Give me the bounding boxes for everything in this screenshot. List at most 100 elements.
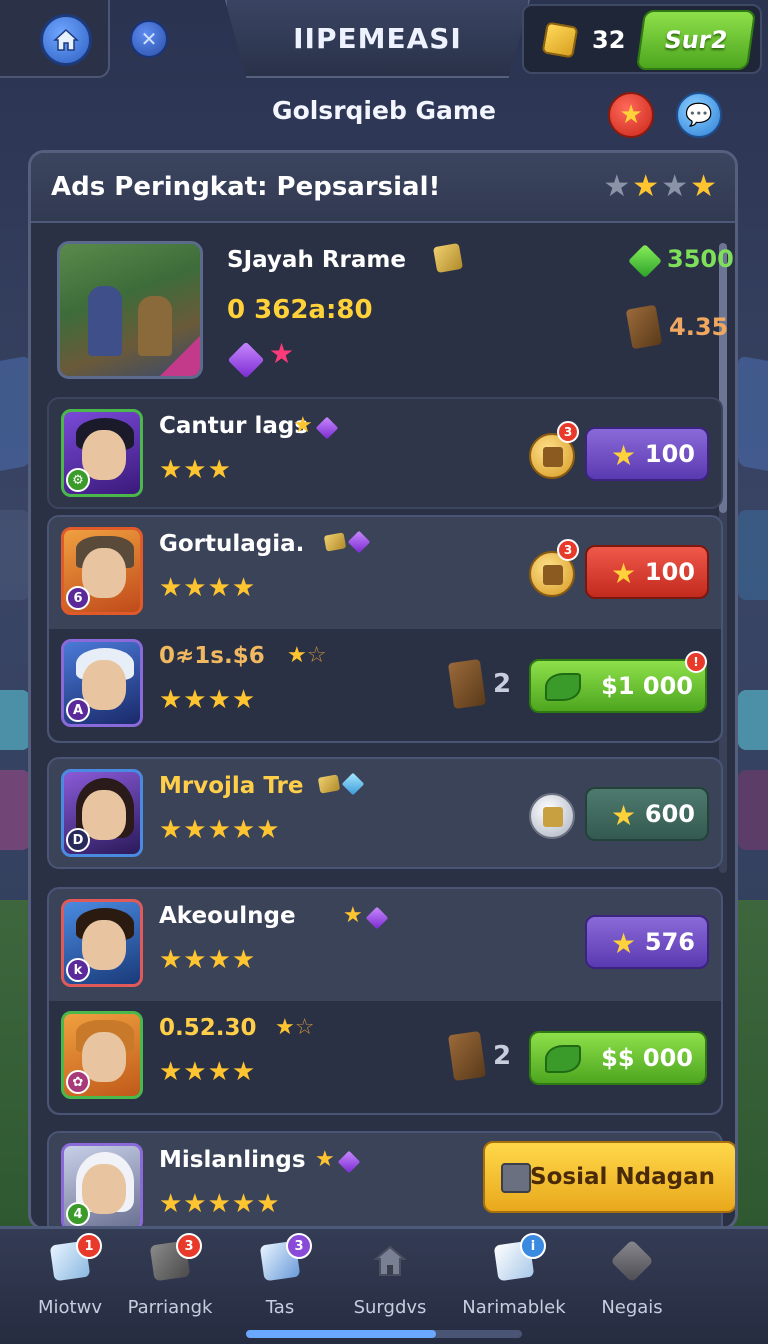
home-icon (53, 28, 79, 51)
purple-gem-icon (347, 530, 371, 553)
nav-label: Surgdvs (353, 1297, 427, 1318)
star-icon: ★ (611, 439, 637, 472)
entry-stars: ★★★★★ (159, 1189, 281, 1219)
gold-cube-icon (541, 21, 579, 59)
panel-rating: ★★★★ (603, 169, 719, 204)
top-bar: ✕ IIPEMEASI 32 Sur2 (0, 0, 768, 80)
star-icon: ★ (287, 643, 307, 668)
avatar: k (61, 899, 143, 987)
entry-name: Mislanlings (159, 1147, 306, 1173)
scroll-button[interactable] (529, 793, 575, 839)
background-tile (738, 510, 768, 600)
gold-bar-icon (317, 773, 341, 794)
gold-bar-icon (323, 531, 347, 552)
buy-button[interactable]: ★ 100 (585, 427, 709, 481)
social-button[interactable]: 💬 (676, 92, 722, 138)
nav-item-parriangk[interactable]: 3 Parriangk (110, 1233, 230, 1329)
background-tile (0, 770, 30, 850)
list-item[interactable]: A 0≉1s.$6 ★☆ ★★★★ 2 $1 000 ! (49, 629, 721, 741)
rune-count: 2 (493, 669, 512, 699)
nav-badge: 1 (76, 1233, 102, 1259)
background-tile (738, 355, 768, 475)
cta-label: Sosial Ndagan (530, 1164, 715, 1190)
featured-score: 0 362a:80 (227, 295, 373, 325)
star-outline-icon: ☆ (306, 643, 327, 668)
level-badge: A (66, 698, 90, 722)
gold-bar-icon (432, 242, 464, 274)
buy-button[interactable]: $$ 000 (529, 1031, 707, 1085)
entry-stars: ★★★ (159, 455, 232, 485)
purple-gem-icon (315, 416, 339, 439)
price-label: 100 (644, 558, 695, 586)
notification-badge: 3 (557, 539, 579, 561)
name-icons: ★☆ (287, 643, 326, 668)
star-icon: ★ (315, 1147, 335, 1172)
list-item[interactable]: D Mrvojla Tre ★★★★★ ★ 600 (47, 757, 723, 869)
chat-icon: 💬 (685, 102, 713, 128)
star-icon: ★ (275, 1015, 295, 1040)
featured-name: SJayah Rrame (227, 247, 406, 273)
avatar: 4 (61, 1143, 143, 1227)
name-icons: ★ (315, 1147, 361, 1173)
nav-badge: 3 (176, 1233, 202, 1259)
nav-item-narimablek[interactable]: i Narimablek (454, 1233, 574, 1329)
list-group: k Akeoulnge ★ ★★★★ ★ 576 ✿ 0.52.30 ★☆ ★★★… (47, 887, 723, 1115)
price-label: $$ 000 (601, 1044, 693, 1072)
avatar-face (82, 790, 126, 840)
house-icon (372, 1243, 408, 1279)
level-badge: D (66, 828, 90, 852)
avatar-face (82, 1032, 126, 1082)
featured-entry[interactable]: SJayah Rrame 0 362a:80 ★ 3500 4.35 (49, 237, 734, 387)
flower-badge-icon: ✿ (66, 1070, 90, 1094)
rating-star-icon: ★ (690, 169, 719, 204)
entry-name: 0≉1s.$6 (159, 643, 265, 669)
panel-title: Ads Peringkat: Pepsarsial! (51, 172, 441, 202)
entry-name: Mrvojla Tre (159, 773, 304, 799)
panel-header: Ads Peringkat: Pepsarsial! ★★★★ (31, 153, 735, 223)
nav-label: Tas (265, 1297, 295, 1318)
nav-item-negais[interactable]: Negais (572, 1239, 692, 1329)
name-icons: ★☆ (275, 1015, 314, 1040)
rating-star-icon: ★ (632, 169, 662, 204)
social-cta-button[interactable]: Sosial Ndagan (483, 1141, 735, 1213)
nav-item-tas[interactable]: 3 Tas (220, 1233, 340, 1329)
list-item[interactable]: ✿ 0.52.30 ★☆ ★★★★ 2 $$ 000 (49, 1001, 721, 1113)
avatar: A (61, 639, 143, 727)
home-button[interactable] (40, 14, 92, 66)
close-icon: ✕ (140, 27, 158, 51)
rune-card-icon (447, 1030, 487, 1082)
nav-badge: 3 (286, 1233, 312, 1259)
scroll-icon (543, 807, 563, 827)
price-label: 600 (644, 800, 695, 828)
name-icons (311, 772, 365, 795)
sure-button[interactable]: Sur2 (635, 10, 757, 70)
purple-gem-icon (365, 906, 389, 929)
star-icon: ★ (611, 927, 637, 960)
favorites-button[interactable]: ★ (608, 92, 654, 138)
list-item[interactable]: ⚙ Cantur lags ★ ★★★ 3 ★ 100 (47, 397, 723, 509)
featured-value: 3500 (667, 245, 734, 273)
background-tile (738, 770, 768, 850)
nav-item-surgdvs[interactable]: Surgdvs (330, 1239, 450, 1329)
background-tile (738, 690, 768, 750)
green-gem-icon (628, 244, 662, 278)
background-tile (0, 355, 30, 475)
level-badge: k (66, 958, 90, 982)
leaf-icon (545, 673, 581, 701)
entry-stars: ★★★★ (159, 573, 257, 603)
sure-button-label: Sur2 (662, 26, 730, 54)
close-button[interactable]: ✕ (130, 20, 168, 58)
rating-star-icon: ★ (661, 169, 691, 204)
buy-button[interactable]: ★ 100 (585, 545, 709, 599)
buy-button[interactable]: ★ 600 (585, 787, 709, 841)
list-item[interactable]: 4 Mislanlings ★ ★★★★★ Sosial Ndagan (47, 1131, 735, 1227)
name-icons: ★ (343, 903, 389, 929)
background-tile (0, 510, 30, 600)
purple-gem-icon (337, 1150, 361, 1173)
buy-button[interactable]: ★ 576 (585, 915, 709, 969)
buy-button[interactable]: $1 000 (529, 659, 707, 713)
leaf-icon (545, 1045, 581, 1073)
home-indicator (246, 1330, 522, 1338)
chest-icon (543, 565, 563, 585)
nav-badge: i (520, 1233, 546, 1259)
